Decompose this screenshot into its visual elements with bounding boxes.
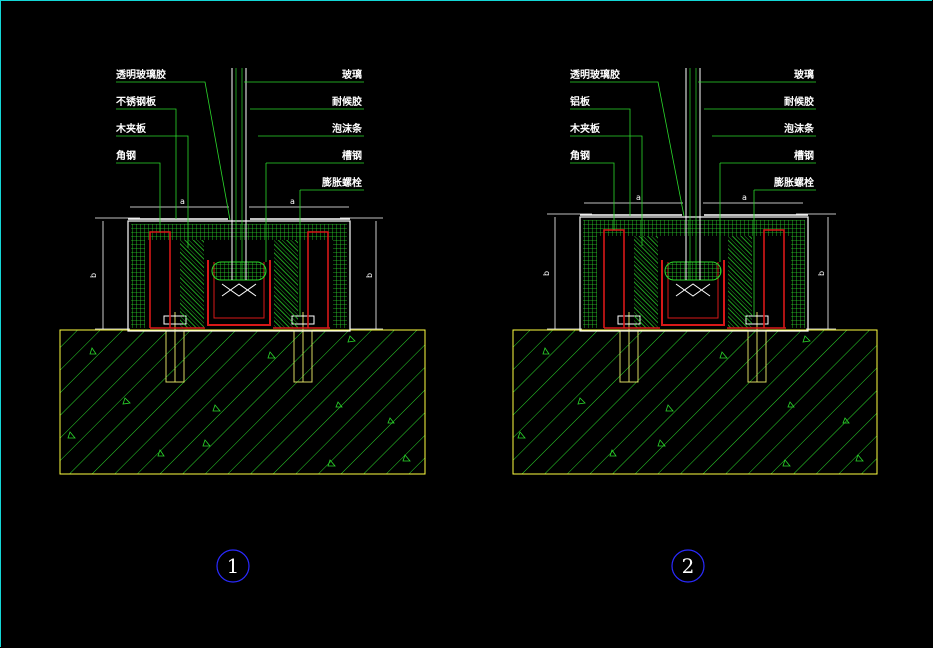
- label-expansion-bolt: 膨胀螺栓: [774, 176, 814, 189]
- label-angle-steel: 角钢: [116, 149, 136, 162]
- label-clear-glass-sealant: 透明玻璃胶: [570, 68, 620, 81]
- concrete-base: [59, 329, 426, 475]
- dim-a-right: a: [742, 193, 747, 202]
- label-stainless-plate: 不锈钢板: [116, 95, 157, 108]
- label-foam-strip: 泡沫条: [332, 122, 363, 135]
- label-weather-sealant: 耐候胶: [332, 95, 362, 108]
- label-foam-strip: 泡沫条: [784, 122, 815, 135]
- plywood-right: [333, 240, 347, 328]
- leader-lines: [570, 81, 816, 317]
- leader-lines: [116, 81, 364, 317]
- dim-b-left: b: [89, 273, 98, 278]
- foam-strip: [664, 261, 722, 281]
- plywood-left: [583, 236, 597, 328]
- glass-setting-block: [675, 283, 711, 297]
- plywood-right: [791, 236, 805, 328]
- label-angle-steel: 角钢: [570, 149, 590, 162]
- dim-b-right: b: [817, 271, 826, 276]
- foam-strip: [211, 261, 267, 281]
- timber-block-left: [634, 236, 658, 328]
- glass-setting-block: [221, 283, 257, 297]
- label-weather-sealant: 耐候胶: [784, 95, 814, 108]
- label-clear-glass-sealant: 透明玻璃胶: [116, 68, 166, 81]
- detail-2: a a b b 透明玻璃胶 铝板 木夹板 角钢 玻璃 耐候胶 泡沫条 槽钢 膨胀…: [512, 68, 878, 583]
- concrete-base: [512, 329, 878, 475]
- plywood-top: [583, 220, 805, 236]
- cad-drawing-canvas: a a b b 透明玻璃胶 不锈钢板 木夹板 角钢 玻璃 耐候胶 泡沫条 槽钢 …: [59, 68, 878, 583]
- label-expansion-bolt: 膨胀螺栓: [322, 176, 362, 189]
- label-plywood: 木夹板: [115, 122, 147, 135]
- dim-b-right: b: [365, 273, 374, 278]
- dim-a-right: a: [290, 197, 295, 206]
- label-glass: 玻璃: [342, 68, 362, 81]
- detail-number: 2: [682, 554, 695, 578]
- dim-a-left: a: [180, 197, 185, 206]
- label-aluminum-plate: 铝板: [570, 95, 591, 108]
- detail-1: a a b b 透明玻璃胶 不锈钢板 木夹板 角钢 玻璃 耐候胶 泡沫条 槽钢 …: [59, 68, 426, 583]
- glass-panel: [231, 68, 247, 280]
- glass-panel: [685, 68, 701, 280]
- plywood-left: [131, 240, 145, 328]
- label-channel-steel: 槽钢: [342, 149, 362, 162]
- label-glass: 玻璃: [794, 68, 814, 81]
- label-plywood: 木夹板: [569, 122, 601, 135]
- timber-block-right: [274, 240, 298, 328]
- dim-a-left: a: [636, 193, 641, 202]
- detail-number: 1: [227, 554, 240, 578]
- label-channel-steel: 槽钢: [794, 149, 814, 162]
- timber-block-right: [728, 236, 752, 328]
- dim-b-left: b: [542, 271, 551, 276]
- timber-block-left: [180, 240, 204, 328]
